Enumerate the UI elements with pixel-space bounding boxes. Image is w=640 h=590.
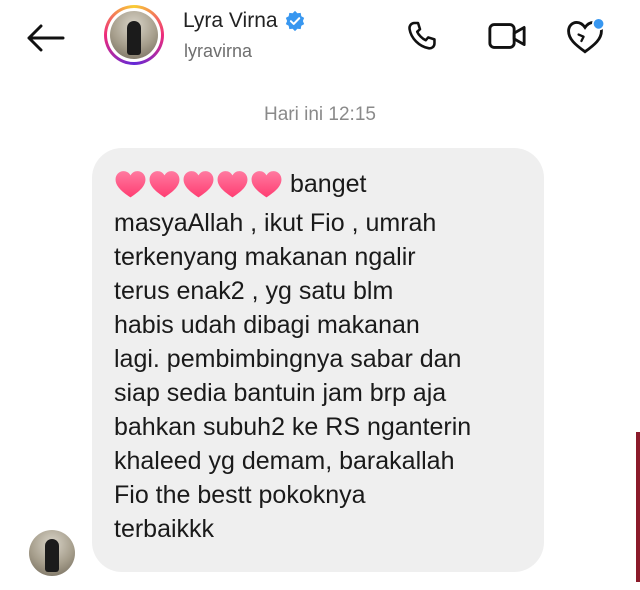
message-line: khaleed yg demam, barakallah: [114, 447, 455, 475]
message-text-first: banget: [290, 169, 367, 198]
message-line: terkenyang makanan ngalir: [114, 243, 416, 271]
message-line: terbaikkk: [114, 515, 215, 543]
message-line: habis udah dibagi makanan: [114, 311, 420, 339]
pink-heart-icon: [148, 169, 181, 199]
contact-username: lyravirna: [184, 41, 253, 61]
profile-avatar[interactable]: [104, 5, 164, 65]
arrow-left-icon: [27, 24, 65, 52]
message-line: siap sedia bantuin jam brp aja: [114, 379, 447, 407]
chat-header: Lyra Virna lyravirna: [0, 0, 640, 88]
avatar-image: [110, 11, 158, 59]
contact-name-row[interactable]: Lyra Virna: [183, 9, 306, 33]
contact-name: Lyra Virna: [183, 9, 278, 32]
voice-call-button[interactable]: [400, 14, 444, 58]
message-line: masyaAllah , ikut Fio , umrah: [114, 209, 437, 237]
message-bubble[interactable]: banget masyaAllah , ikut Fio , umrah ter…: [92, 148, 544, 572]
message-first-line: banget: [114, 162, 524, 206]
video-camera-icon: [488, 23, 526, 49]
pink-heart-icon: [182, 169, 215, 199]
pink-heart-icon: [114, 169, 147, 199]
message-line: terus enak2 , yg satu blm: [114, 277, 394, 305]
edge-divider: [636, 432, 640, 582]
message-line: bahkan subuh2 ke RS nganterin: [114, 413, 472, 441]
pink-heart-icon: [216, 169, 249, 199]
message-timestamp: Hari ini 12:15: [264, 104, 376, 125]
phone-icon: [408, 21, 436, 50]
activity-button[interactable]: [563, 14, 607, 58]
message-line: lagi. pembimbingnya sabar dan: [114, 345, 462, 373]
heart-shield-icon: [567, 17, 606, 54]
video-call-button[interactable]: [485, 14, 529, 58]
pink-heart-icon: [250, 169, 283, 199]
back-button[interactable]: [22, 18, 68, 58]
message-line: Fio the bestt pokoknya: [114, 481, 366, 509]
verified-badge-icon: [284, 10, 306, 32]
sender-avatar[interactable]: [29, 530, 75, 576]
